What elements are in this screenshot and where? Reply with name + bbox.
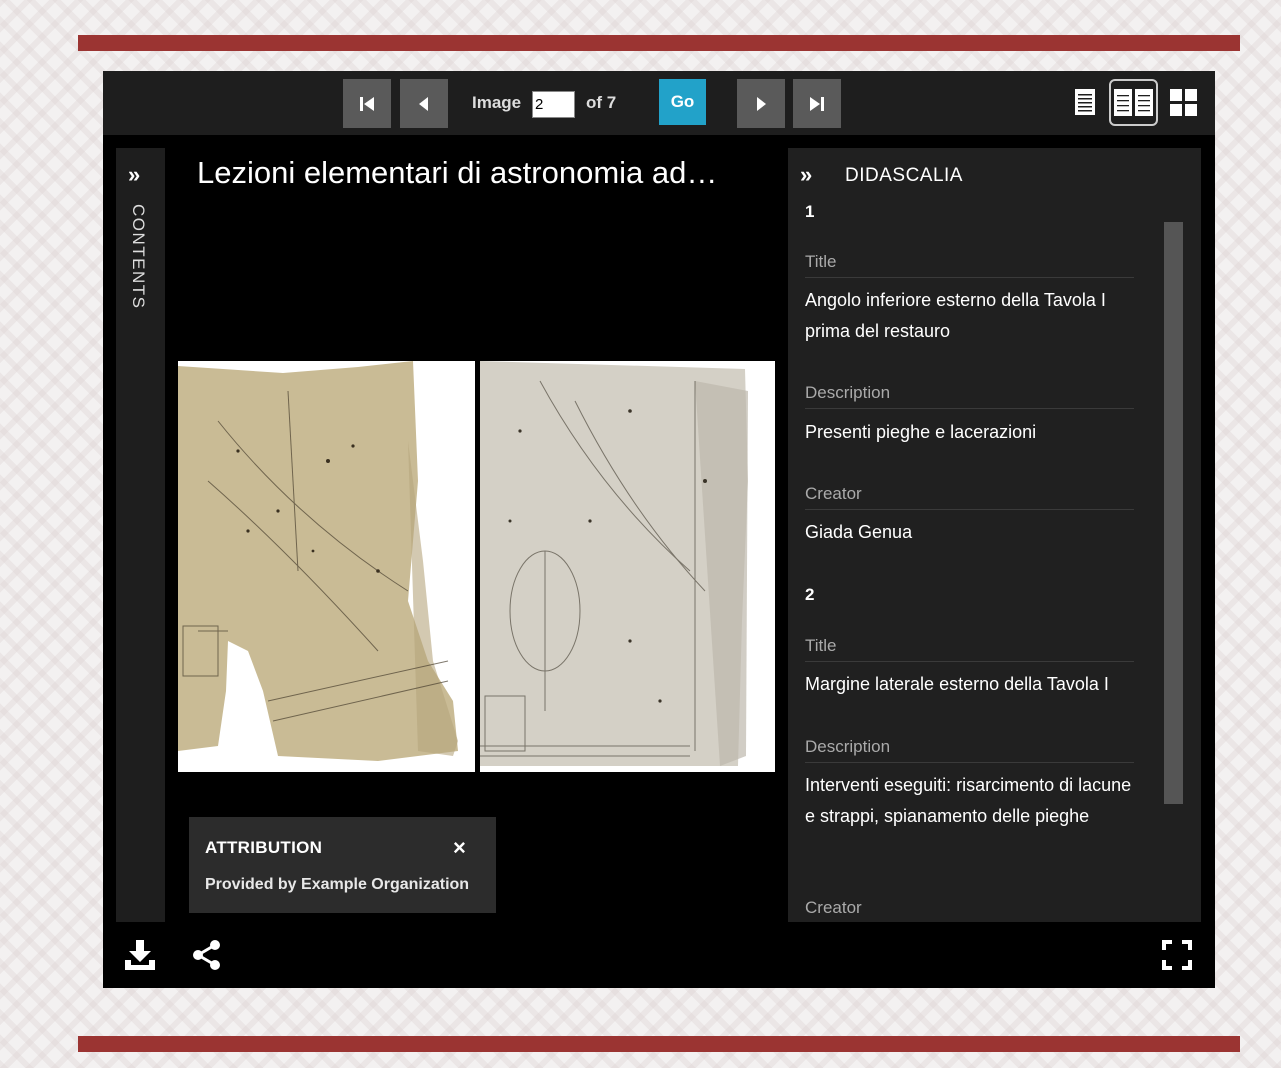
last-page-icon	[810, 96, 824, 111]
meta-label-title: Title	[805, 252, 1134, 278]
download-button[interactable]	[123, 938, 157, 972]
item-number: 2	[805, 585, 815, 604]
meta-label-creator: Creator	[805, 484, 1134, 510]
fullscreen-button[interactable]	[1161, 939, 1193, 971]
item-number: 1	[805, 202, 815, 221]
previous-page-button[interactable]	[400, 79, 448, 128]
download-icon	[125, 940, 155, 970]
meta-value-title: Angolo inferiore esterno della Tavola I …	[805, 290, 1106, 341]
last-page-button[interactable]	[793, 79, 841, 128]
next-page-icon	[757, 96, 766, 111]
book-view-button[interactable]	[1109, 79, 1158, 126]
single-page-view-icon	[1075, 89, 1095, 115]
image-label: Image	[472, 93, 522, 112]
image-viewer: Image of 7 Go » CONTENTS Lezioni element…	[103, 71, 1215, 988]
meta-label-title: Title	[805, 636, 1134, 662]
page-title: Lezioni elementari di astronomia ad…	[197, 155, 718, 190]
bottom-accent-band	[78, 1036, 1240, 1052]
collapse-panel-chevron-icon[interactable]: »	[800, 164, 812, 186]
previous-page-icon	[419, 96, 428, 111]
image-total-label: of 7	[586, 93, 617, 112]
gallery-view-icon	[1169, 88, 1197, 116]
next-page-button[interactable]	[737, 79, 785, 128]
panel-title: DIDASCALIA	[845, 165, 963, 186]
contents-label[interactable]: CONTENTS	[128, 204, 148, 310]
image-number-input[interactable]	[532, 91, 575, 118]
go-button[interactable]: Go	[659, 79, 706, 125]
single-page-view-button[interactable]	[1073, 87, 1097, 117]
share-button[interactable]	[191, 939, 223, 971]
attribution-box: ATTRIBUTION × Provided by Example Organi…	[189, 817, 496, 913]
page-image-left[interactable]	[178, 361, 475, 772]
fullscreen-icon	[1162, 940, 1192, 970]
gallery-view-button[interactable]	[1168, 87, 1198, 117]
expand-contents-chevron-icon[interactable]: »	[128, 164, 140, 186]
meta-label-creator: Creator	[805, 898, 1134, 922]
first-page-button[interactable]	[343, 79, 391, 128]
meta-value-description: Presenti pieghe e lacerazioni	[805, 422, 1037, 442]
meta-label-description: Description	[805, 737, 1134, 763]
first-page-icon	[360, 96, 374, 111]
close-attribution-icon[interactable]: ×	[453, 835, 466, 861]
meta-value-description: Interventi eseguiti: risarcimento di lac…	[805, 775, 1132, 826]
top-accent-band	[78, 35, 1240, 51]
attribution-heading: ATTRIBUTION	[205, 838, 323, 857]
page-image-right[interactable]	[480, 361, 775, 772]
panel-scrollbar[interactable]	[1164, 222, 1183, 804]
book-view-icon	[1114, 89, 1153, 116]
meta-value-creator: Giada Genua	[805, 522, 913, 542]
contents-panel[interactable]: » CONTENTS	[116, 148, 165, 922]
meta-value-title: Margine laterale esterno della Tavola I	[805, 674, 1109, 694]
meta-label-description: Description	[805, 383, 1134, 409]
share-icon	[193, 940, 220, 970]
didascalia-panel: » DIDASCALIA 1 Title Angolo inferiore es…	[788, 148, 1201, 922]
viewer-toolbar: Image of 7 Go	[103, 71, 1215, 135]
attribution-text: Provided by Example Organization	[205, 876, 470, 893]
